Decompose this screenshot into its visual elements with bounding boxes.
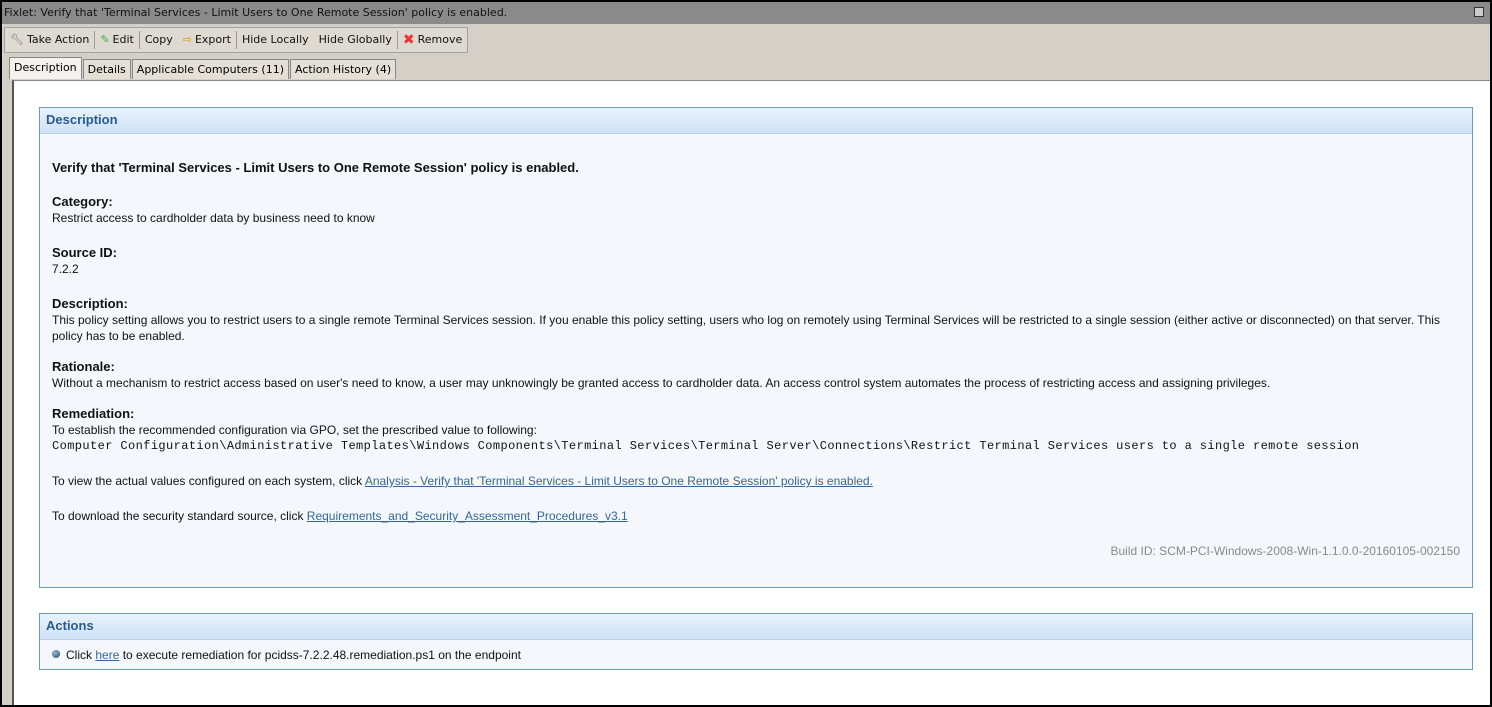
analysis-link[interactable]: Analysis - Verify that 'Terminal Service… (365, 474, 873, 488)
popout-icon[interactable] (1474, 7, 1484, 17)
hide-globally-button[interactable]: Hide Globally (314, 28, 397, 52)
bullet-icon (52, 650, 60, 658)
description-label: Description: (52, 296, 128, 311)
description-text: This policy setting allows you to restri… (52, 313, 1440, 343)
execute-remediation-link[interactable]: here (95, 648, 119, 662)
category-label: Category: (52, 194, 113, 209)
remediation-text: To establish the recommended configurati… (52, 423, 537, 437)
tab-bar: Description Details Applicable Computers… (9, 57, 397, 79)
panel-header: Description (40, 108, 1472, 134)
tab-details[interactable]: Details (82, 59, 131, 79)
remediation-label: Remediation: (52, 406, 135, 421)
hide-locally-button[interactable]: Hide Locally (237, 28, 314, 52)
title-bar: Fixlet: Verify that 'Terminal Services -… (2, 2, 1490, 24)
window-title: Fixlet: Verify that 'Terminal Services -… (4, 6, 508, 19)
standard-source-link[interactable]: Requirements_and_Security_Assessment_Pro… (307, 509, 628, 523)
source-value: 7.2.2 (52, 262, 79, 276)
category-value: Restrict access to cardholder data by bu… (52, 211, 375, 225)
rationale-text: Without a mechanism to restrict access b… (52, 376, 1271, 390)
fixlet-window: Fixlet: Verify that 'Terminal Services -… (2, 2, 1490, 705)
view-text: To view the actual values configured on … (52, 474, 365, 488)
gpo-path: Computer Configuration\Administrative Te… (52, 439, 1360, 453)
tab-action-history[interactable]: Action History (4) (289, 59, 397, 79)
description-panel: Description Verify that 'Terminal Servic… (39, 107, 1473, 588)
fixlet-title: Verify that 'Terminal Services - Limit U… (52, 160, 579, 175)
source-label: Source ID: (52, 245, 118, 260)
export-icon: ⇨ (182, 33, 192, 46)
tab-applicable-computers[interactable]: Applicable Computers (11) (131, 59, 289, 79)
toolbar: 🔧︎ Take Action ✎ Edit Copy ⇨ Export Hide Lo… (4, 27, 469, 53)
remove-button[interactable]: ✖ Remove (398, 28, 467, 52)
pencil-icon: ✎ (100, 33, 110, 46)
panel-header: Actions (40, 614, 1472, 640)
export-button[interactable]: ⇨ Export (178, 28, 236, 52)
download-text: To download the security standard source… (52, 509, 307, 523)
tab-description[interactable]: Description (9, 57, 82, 79)
red-x-icon: ✖ (402, 32, 415, 48)
content-area: Description Verify that 'Terminal Servic… (12, 80, 1490, 705)
rationale-label: Rationale: (52, 359, 115, 374)
build-id: Build ID: SCM-PCI-Windows-2008-Win-1.1.0… (1110, 544, 1461, 558)
take-action-button[interactable]: 🔧︎ Take Action (5, 28, 94, 52)
actions-panel: Actions Click here to execute remediatio… (39, 613, 1473, 670)
copy-button[interactable]: Copy (140, 28, 178, 52)
wrench-icon: 🔧︎ (10, 33, 24, 46)
edit-button[interactable]: ✎ Edit (95, 28, 139, 52)
